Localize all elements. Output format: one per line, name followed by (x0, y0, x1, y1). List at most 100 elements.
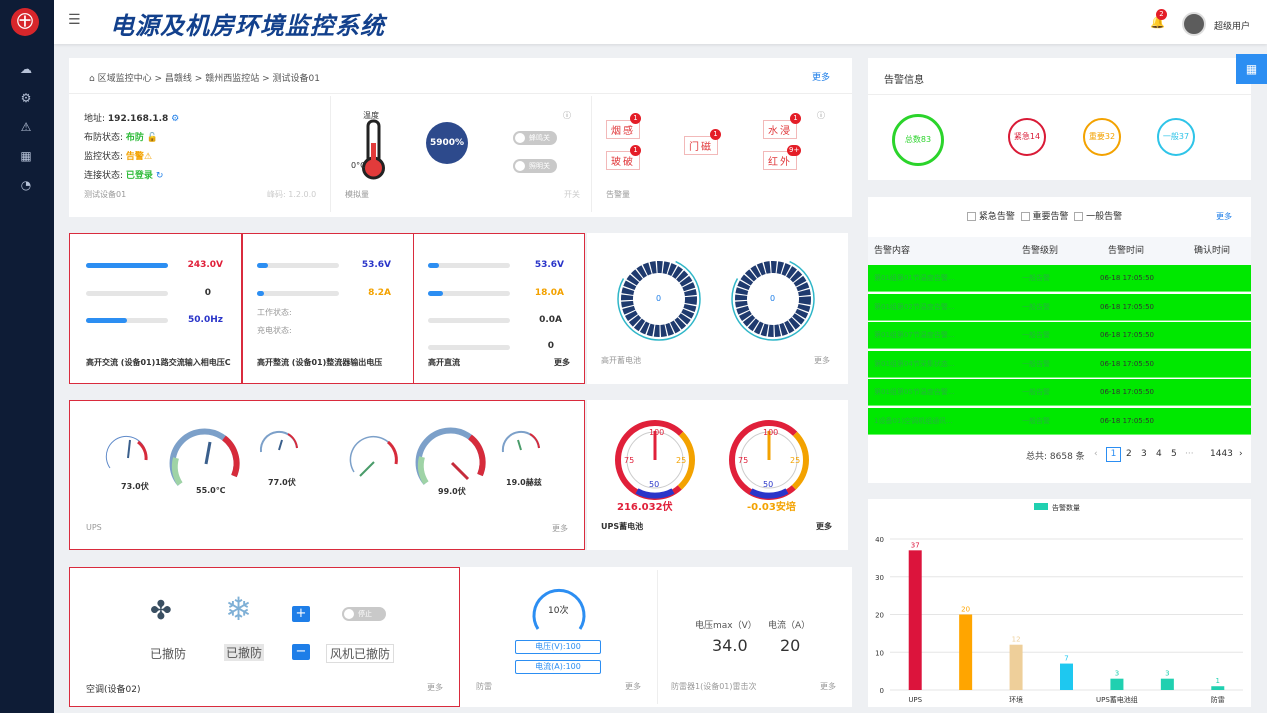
urgent-alarm-circle[interactable]: 紧急14 (1008, 118, 1046, 156)
current-header: 电流（A） (768, 621, 811, 631)
table-cell: 一般告警 (1022, 416, 1050, 425)
general-alarm-circle[interactable]: 一般37 (1157, 118, 1195, 156)
next-page-icon[interactable]: › (1239, 449, 1243, 459)
logo: ㊉ (11, 8, 39, 36)
arm-value: 布防 (125, 133, 144, 143)
humidity-circle: 5900% (426, 122, 468, 164)
notify-badge: 2 (1156, 9, 1167, 20)
dc-more-link[interactable]: 更多 (554, 357, 570, 368)
info-icon[interactable]: ⓘ (817, 110, 825, 121)
rectifier-panel[interactable]: 53.6V 8.2A 工作状态: 充电状态: 高开整流 (设备01)整流器输出电… (242, 233, 414, 384)
table-row[interactable]: 1设备01)空调机组通讯... 一般告警 06-18 17:05:50 (868, 407, 1251, 435)
battery-value-1: 0 (656, 294, 662, 303)
bar-value-label: 3 (1115, 670, 1119, 678)
table-row[interactable]: 第01组第07节温度告警... 一般告警 06-18 17:05:50 (868, 322, 1251, 349)
y-tick-label: 40 (875, 536, 884, 544)
battery-more-link[interactable]: 更多 (814, 355, 830, 366)
aircon-more-link[interactable]: 更多 (427, 682, 443, 693)
dcz-label: 高开整流 (设备01)整流器输出电压 (257, 358, 383, 367)
bar[interactable] (908, 550, 922, 690)
page-4[interactable]: 4 (1156, 449, 1162, 459)
username[interactable]: 超级用户 (1214, 19, 1250, 32)
bar[interactable] (1110, 678, 1124, 690)
breadcrumb-more-link[interactable]: 更多 (812, 70, 830, 83)
menu-toggle-icon[interactable]: ☰ (68, 12, 81, 28)
x-tick-label: UPS蓄电池组 (1096, 695, 1138, 704)
urgent-filter-label[interactable]: 紧急告警 (979, 212, 1015, 222)
important-alarm-circle[interactable]: 重要32 (1083, 118, 1121, 156)
x-tick-label: 防雷 (1211, 695, 1225, 704)
bar-value-label: 37 (911, 541, 920, 549)
bar-value-label: 7 (1064, 655, 1068, 663)
total-alarm-circle[interactable]: 总数83 (892, 114, 944, 166)
gear-icon[interactable]: ⚙ (17, 89, 35, 107)
dc-bar3 (428, 318, 510, 323)
prev-page-icon[interactable]: ‹ (1094, 449, 1098, 459)
minus-button[interactable]: − (292, 644, 310, 660)
page-5[interactable]: 5 (1171, 449, 1177, 459)
table-cell: 一般告警 (1022, 359, 1050, 368)
firmware: 峰码: 1.2.0.0 (267, 190, 317, 199)
alarm-table-card: 紧急告警 重要告警 一般告警 更多 告警内容 告警级别 告警时间 确认时间 第0… (868, 197, 1251, 483)
light-toggle[interactable]: 照明关 (513, 159, 557, 173)
page-1[interactable]: 1 (1106, 447, 1121, 462)
dc-panel[interactable]: 53.6V 18.0A 0.0A 0 高开直流 更多 (413, 233, 585, 384)
ups-battery-more-link[interactable]: 更多 (816, 521, 832, 532)
col-time: 告警时间 (1108, 246, 1145, 256)
avatar[interactable] (1182, 12, 1206, 36)
important-checkbox[interactable] (1020, 212, 1030, 221)
ac-v1: 243.0V (187, 260, 223, 270)
warning-icon[interactable]: ⚠ (17, 118, 35, 136)
ups-more-link[interactable]: 更多 (552, 523, 568, 534)
bar[interactable] (1160, 678, 1174, 690)
breadcrumb-item[interactable]: 赣州西监控站 (205, 74, 259, 84)
building-icon[interactable]: ▦ (17, 147, 35, 165)
buzzer-toggle[interactable]: 蜂鸣关 (513, 131, 557, 145)
badge: 1 (710, 129, 721, 140)
settings-icon[interactable]: ⚙ (171, 114, 179, 124)
grid-icon[interactable]: ▦ (1236, 54, 1267, 84)
stop-toggle[interactable]: 停止 (342, 607, 386, 621)
page-3[interactable]: 3 (1141, 449, 1147, 459)
x-tick-label: UPS (908, 696, 922, 704)
table-row[interactable]: 第01组第01节温度告警... 一般告警 06-18 17:05:50 (868, 265, 1251, 292)
urgent-checkbox[interactable] (967, 212, 976, 221)
bar[interactable] (1060, 663, 1073, 690)
table-row[interactable]: 第01组第04节采集状态... 一般告警 06-18 17:05:50 (868, 350, 1251, 378)
info-icon[interactable]: ⓘ (563, 110, 571, 121)
cloud-icon[interactable]: ☁ (17, 60, 35, 78)
ups-gauge-1 (105, 435, 148, 469)
lightning2-more-link[interactable]: 更多 (820, 681, 836, 692)
page-ellipsis[interactable]: ··· (1185, 449, 1194, 459)
dc-v4: 0 (547, 341, 554, 351)
alarm-filters: 紧急告警 重要告警 一般告警 (967, 209, 1122, 222)
battery-value-2: 0 (770, 294, 776, 303)
page-last[interactable]: 1443 (1210, 449, 1233, 459)
general-filter-label[interactable]: 一般告警 (1086, 212, 1122, 222)
table-row[interactable]: 第01组第05节温度告警... 一般告警 06-18 17:05:50 (868, 379, 1251, 406)
bar[interactable] (1009, 644, 1023, 690)
important-filter-label[interactable]: 重要告警 (1033, 212, 1069, 222)
lightning-more-link[interactable]: 更多 (625, 681, 641, 692)
general-checkbox[interactable] (1074, 212, 1084, 221)
ups-panel[interactable]: 73.0伏 55.0℃ 77.0伏 99.0伏 19.0赫兹 UPS 更多 (69, 400, 585, 550)
refresh-icon[interactable]: ↻ (156, 171, 164, 181)
aircon-panel[interactable]: ✤ ❄ + − 停止 已撤防 已撤防 风机已撤防 空调(设备02) 更多 (69, 567, 460, 707)
ac-panel[interactable]: 243.0V 0 50.0Hz 高开交流 (设备01)1路交流输入相电压C (69, 233, 242, 384)
bar[interactable] (959, 614, 973, 691)
dcz-v2: 8.2A (368, 288, 391, 298)
ups-battery-card: 100 75 25 50 216.032伏 100 75 25 50 -0.03… (587, 400, 848, 550)
breadcrumb-item[interactable]: 昌赣线 (165, 74, 192, 84)
dashboard-icon[interactable]: ◔ (17, 176, 35, 194)
y-tick-label: 0 (880, 687, 884, 695)
alarm-more-link[interactable]: 更多 (1216, 211, 1232, 222)
bar[interactable] (1211, 686, 1225, 690)
snowflake-icon: ❄ (225, 590, 252, 628)
table-row[interactable]: 第01组第02节温度告警... 一般告警 06-18 17:05:50 (868, 293, 1251, 321)
alarm-info-title: 告警信息 (884, 75, 924, 86)
lock-icon[interactable]: 🔓 (147, 133, 158, 143)
breadcrumb-item[interactable]: 区域监控中心 (98, 74, 152, 84)
plus-button[interactable]: + (292, 606, 310, 622)
page-2[interactable]: 2 (1126, 449, 1132, 459)
col-level: 告警级别 (1022, 246, 1059, 256)
